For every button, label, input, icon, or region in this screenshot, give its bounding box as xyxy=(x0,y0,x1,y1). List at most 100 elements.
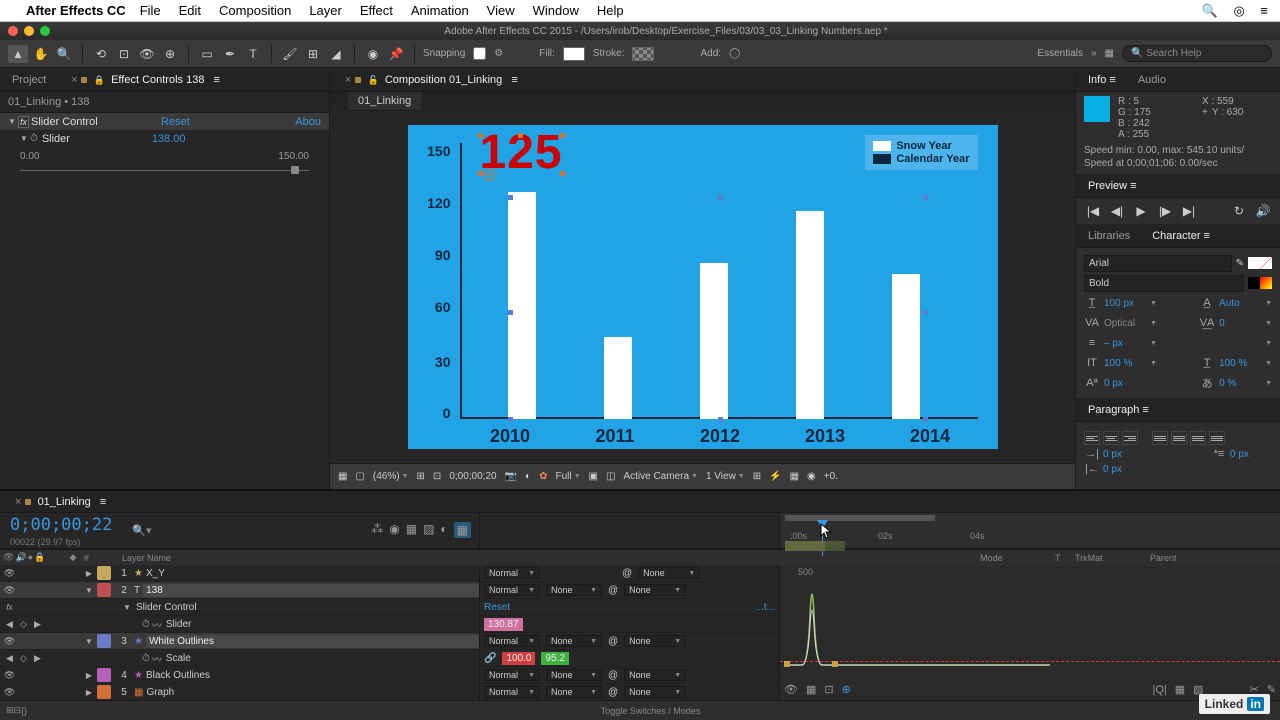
info-tab[interactable]: Info ≡ xyxy=(1082,72,1122,88)
prev-frame-button[interactable]: ◀| xyxy=(1108,204,1126,218)
composition-tab[interactable]: × 🔓 Composition 01_Linking ≡ xyxy=(336,72,524,88)
puppet-tool[interactable]: 📌 xyxy=(386,45,406,63)
project-tab[interactable]: Project xyxy=(6,72,52,88)
auto-zoom-icon[interactable]: ⊕ xyxy=(842,683,851,696)
frame-blend-icon[interactable]: ▦ xyxy=(406,522,417,538)
fill-swatch[interactable] xyxy=(563,47,585,61)
close-icon[interactable]: × xyxy=(71,74,77,86)
transparency-icon[interactable]: ▢ xyxy=(355,471,364,482)
graph-type-icon[interactable]: ▦ xyxy=(806,683,816,696)
orbit-tool[interactable]: ⟲ xyxy=(91,45,111,63)
zoom-tool[interactable]: 🔍 xyxy=(54,45,74,63)
font-family-dropdown[interactable]: Arial xyxy=(1084,255,1232,272)
indent-left-value[interactable]: 0 px xyxy=(1103,449,1145,460)
font-size-value[interactable]: 100 px xyxy=(1104,298,1146,309)
slider-value-box[interactable]: 130.87 xyxy=(484,618,523,631)
graph-editor-button[interactable]: ▦ xyxy=(454,522,471,538)
workspace-selector[interactable]: Essentials xyxy=(1037,48,1083,59)
view-icon[interactable]: ▣ xyxy=(589,471,598,482)
baseline-value[interactable]: 0 px xyxy=(1104,378,1146,389)
stroke-width-value[interactable]: – px xyxy=(1104,338,1146,349)
trkmat-dropdown[interactable]: None▼ xyxy=(546,635,602,647)
rotate-tool[interactable]: ⊡ xyxy=(114,45,134,63)
parent-dropdown[interactable]: None▼ xyxy=(624,669,686,681)
libraries-tab[interactable]: Libraries xyxy=(1082,228,1136,244)
pickwhip-icon[interactable]: @ xyxy=(608,636,618,647)
about-link[interactable]: Abou xyxy=(295,116,321,128)
fast-preview-icon[interactable]: ⚡ xyxy=(769,471,781,482)
close-window-button[interactable] xyxy=(8,26,18,36)
composition-canvas[interactable]: 0 30 60 90 120 150 xyxy=(408,125,998,449)
trkmat-dropdown[interactable]: None▼ xyxy=(546,686,602,698)
maximize-window-button[interactable] xyxy=(40,26,50,36)
align-left-button[interactable] xyxy=(1084,431,1100,445)
mode-dropdown[interactable]: Normal▼ xyxy=(484,669,540,681)
mode-dropdown[interactable]: Normal▼ xyxy=(484,635,540,647)
composition-viewer[interactable]: 0 30 60 90 120 150 xyxy=(330,111,1075,463)
snapshot-icon[interactable]: 📷 xyxy=(505,471,517,482)
trkmat-dropdown[interactable]: None▼ xyxy=(546,669,602,681)
fit-icon[interactable]: |Q| xyxy=(1152,684,1166,696)
mode-dropdown[interactable]: Normal▼ xyxy=(484,567,540,579)
pen-tool[interactable]: ✒ xyxy=(220,45,240,63)
layer-name-input[interactable] xyxy=(143,584,479,597)
link-icon[interactable]: 🔗 xyxy=(484,653,496,664)
snap-icon[interactable]: ⊡ xyxy=(824,683,833,696)
workspace-overflow-icon[interactable]: » xyxy=(1091,48,1097,59)
eye-icon[interactable]: 👁 xyxy=(784,683,798,696)
parent-dropdown[interactable]: None▼ xyxy=(624,686,686,698)
first-frame-button[interactable]: |◀ xyxy=(1084,204,1102,218)
align-right-button[interactable] xyxy=(1122,431,1138,445)
stopwatch-icon[interactable]: ⏱ xyxy=(142,619,150,630)
anchor-point-icon[interactable]: ✦ xyxy=(484,169,496,181)
spotlight-icon[interactable]: 🔍 xyxy=(1202,3,1218,18)
stopwatch-icon[interactable]: ⏱ xyxy=(142,653,150,664)
pixel-icon[interactable]: ⊞ xyxy=(753,471,761,482)
justify-all-button[interactable] xyxy=(1209,431,1225,445)
kerning-value[interactable]: Optical xyxy=(1104,318,1146,329)
layer-row[interactable]: 👁 ▶ 1 ★X_Y xyxy=(0,565,479,582)
selection-handle[interactable] xyxy=(478,133,483,138)
align-center-button[interactable] xyxy=(1103,431,1119,445)
composition-subtab[interactable]: 01_Linking xyxy=(348,92,421,111)
search-help-input[interactable]: 🔍 Search Help xyxy=(1122,45,1272,62)
eyedropper-icon[interactable]: ✎ xyxy=(1236,258,1244,269)
tsume-value[interactable]: 0 % xyxy=(1219,378,1261,389)
menu-window[interactable]: Window xyxy=(533,3,579,18)
menu-effect[interactable]: Effect xyxy=(360,3,393,18)
views-dropdown[interactable]: 1 View ▼ xyxy=(706,471,745,482)
lock-icon[interactable]: 🔓 xyxy=(368,75,379,85)
resolution-dropdown[interactable]: Full ▼ xyxy=(555,471,580,482)
mode-dropdown[interactable]: Normal▼ xyxy=(484,686,540,698)
lock-col-icon[interactable]: 🔒 xyxy=(34,552,45,563)
solo-col-icon[interactable]: ● xyxy=(28,552,33,563)
resolution-icon[interactable]: ⊞ xyxy=(417,471,425,482)
3d-icon[interactable]: ◫ xyxy=(606,471,615,482)
menu-layer[interactable]: Layer xyxy=(309,3,342,18)
selection-tool[interactable]: ▲ xyxy=(8,45,28,63)
draft3d-icon[interactable]: ◉ xyxy=(389,522,399,538)
grid-icon[interactable]: ▦ xyxy=(338,471,347,482)
time-ruler[interactable]: :00s 02s 04s xyxy=(780,513,1280,549)
slider-thumb[interactable] xyxy=(291,166,299,174)
layer-row[interactable]: 👁 ▶ 5 ▦Graph xyxy=(0,684,479,700)
close-icon[interactable]: × xyxy=(345,74,351,86)
shy-icon[interactable]: ⁂ xyxy=(371,522,383,538)
justify-right-button[interactable] xyxy=(1190,431,1206,445)
selection-handle[interactable] xyxy=(478,171,483,176)
hand-tool[interactable]: ✋ xyxy=(31,45,51,63)
toggle-switches-label[interactable]: Toggle Switches / Modes xyxy=(27,706,1274,716)
graph-editor[interactable]: 500 👁 ▦ ⊡ ⊕ |Q| ▦ ▨ ✂ xyxy=(780,565,1280,700)
menu-help[interactable]: Help xyxy=(597,3,624,18)
selection-handle[interactable] xyxy=(518,133,523,138)
font-style-dropdown[interactable]: Bold xyxy=(1084,275,1244,292)
timecode-display[interactable]: 0;00;00;20 xyxy=(449,471,496,482)
property-row[interactable]: ◀◇▶ ⏱ 〰 Slider xyxy=(0,616,479,633)
slider-track[interactable] xyxy=(20,170,309,171)
parent-dropdown[interactable]: None▼ xyxy=(624,584,686,596)
disclosure-triangle[interactable]: ▼ xyxy=(8,117,18,126)
channel-icon[interactable]: ◐ xyxy=(525,471,531,482)
type-tool[interactable]: T xyxy=(243,45,263,63)
disclosure-triangle[interactable]: ▼ xyxy=(20,134,30,143)
indent-right-value[interactable]: 0 px xyxy=(1103,464,1145,475)
